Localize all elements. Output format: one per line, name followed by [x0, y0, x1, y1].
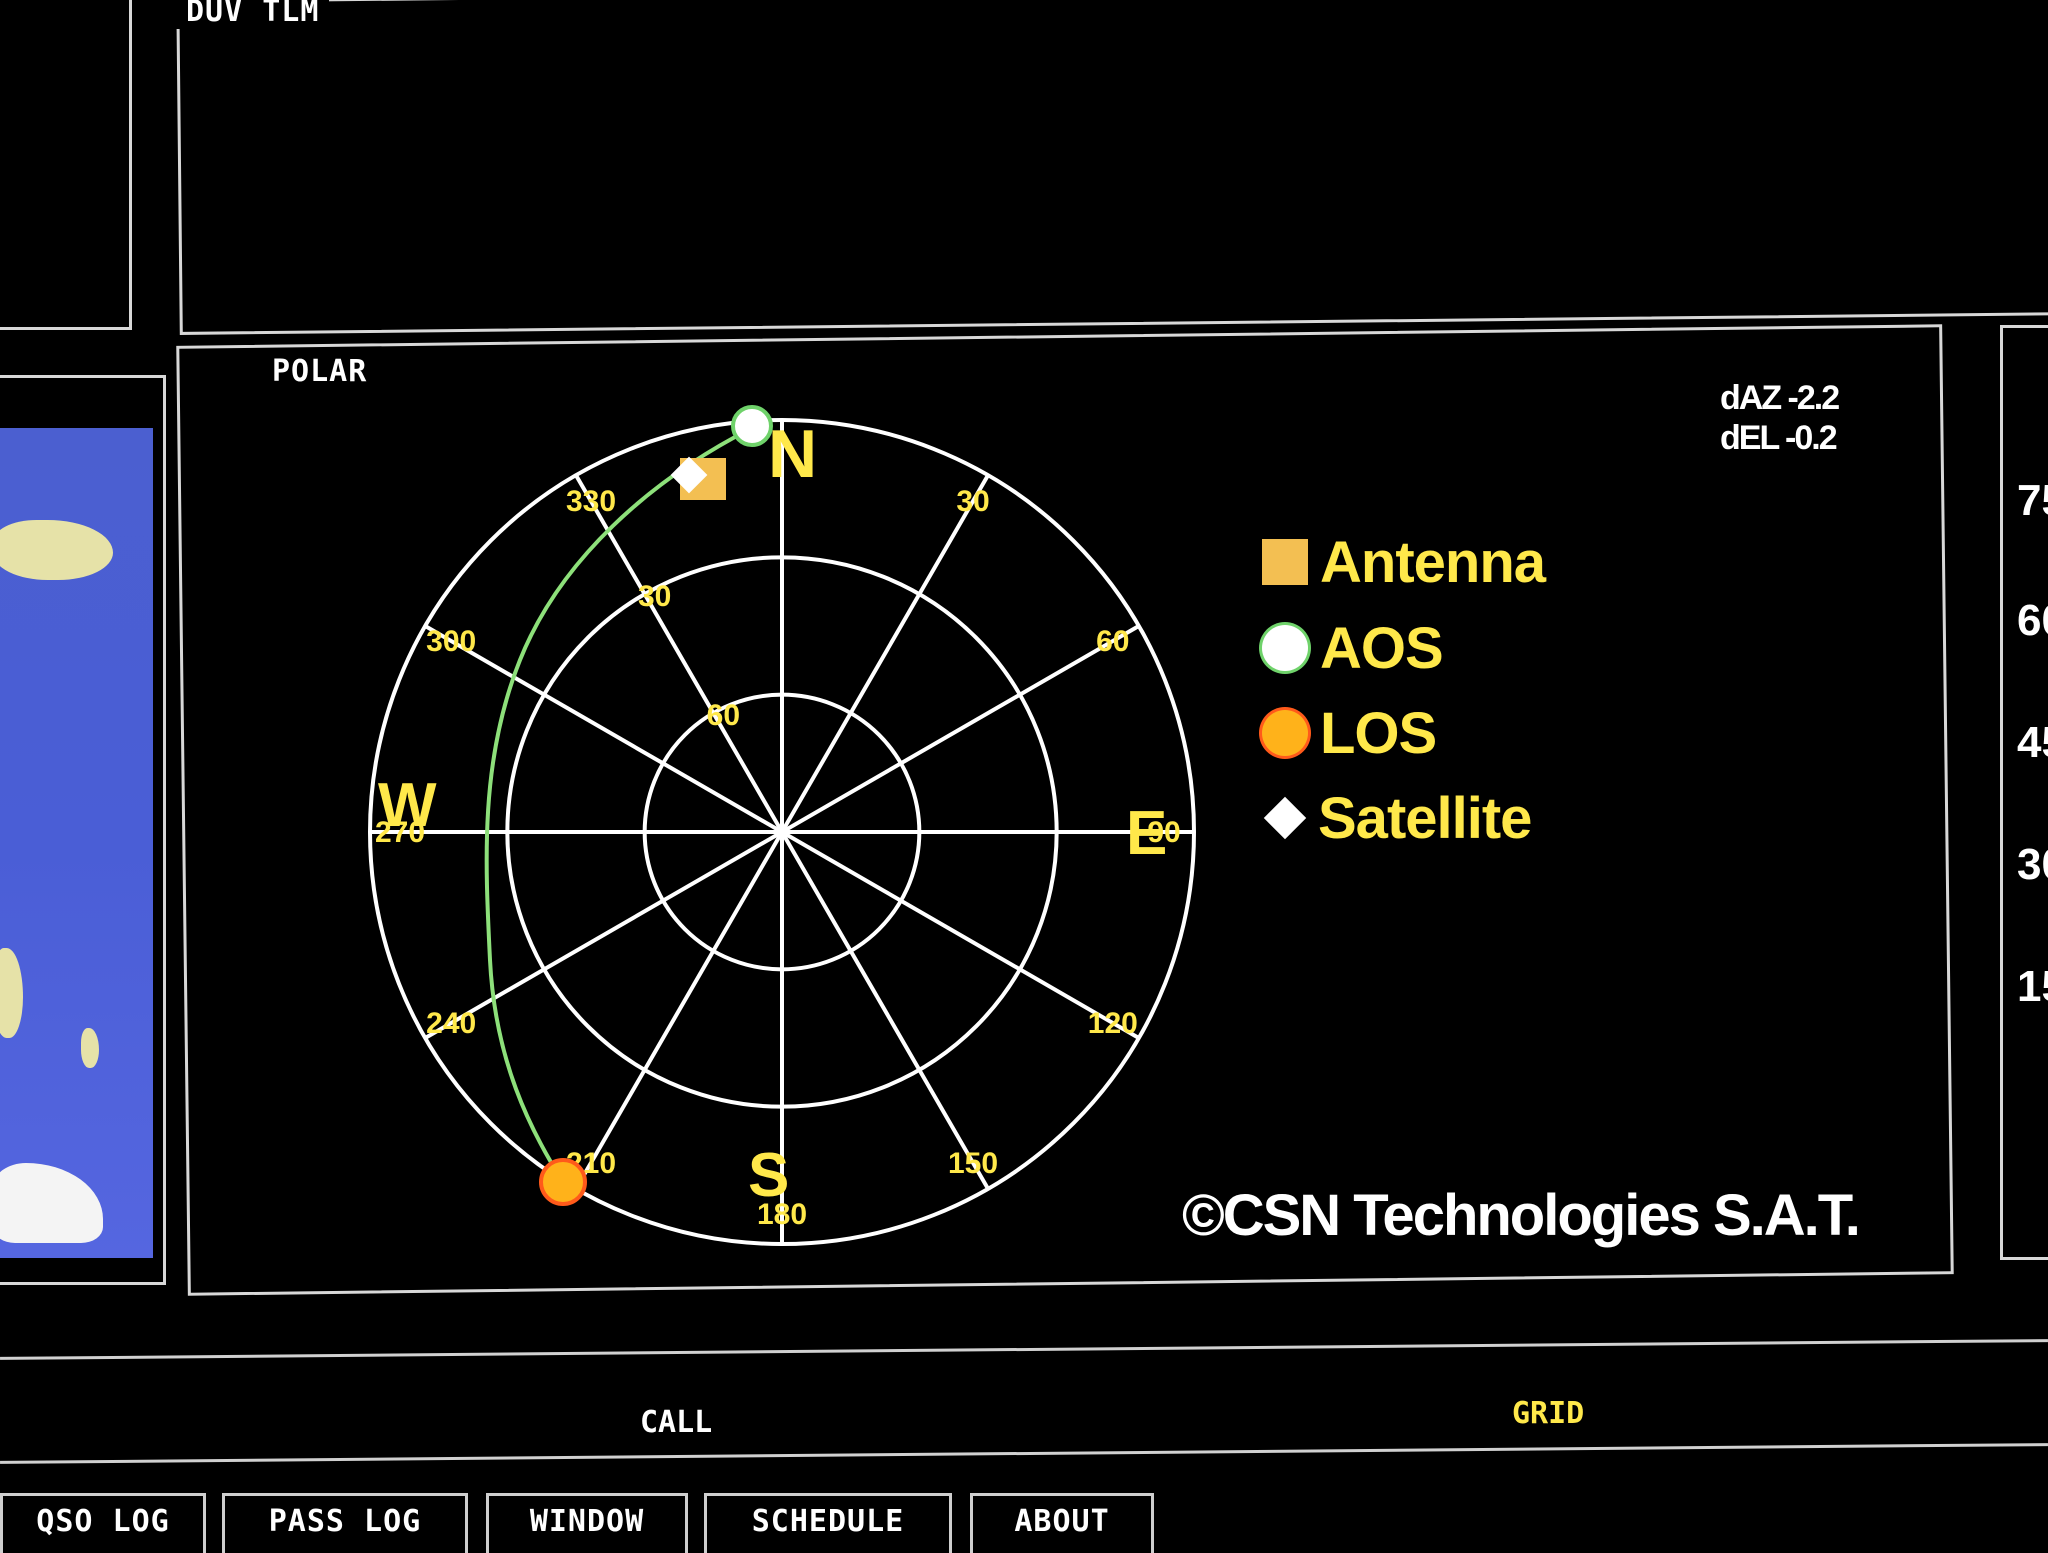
- east-label: E: [1126, 799, 1168, 868]
- aos-marker: [731, 405, 773, 447]
- north-label: N: [768, 416, 818, 492]
- pass-log-button[interactable]: PASS LOG: [222, 1493, 468, 1553]
- grid-label: GRID: [1512, 1396, 1585, 1431]
- azimuth-label: 30: [956, 485, 989, 518]
- legend-antenna-label: Antenna: [1320, 529, 1546, 595]
- scale-label: 15: [2017, 962, 2048, 1011]
- elevation-label: 60: [707, 699, 740, 732]
- azimuth-label: 120: [1088, 1007, 1138, 1040]
- legend-satellite-label: Satellite: [1318, 785, 1532, 851]
- elevation-label: 30: [638, 580, 671, 613]
- scale-label: 60: [2017, 596, 2048, 645]
- legend-los-label: LOS: [1320, 700, 1437, 766]
- los-marker: [539, 1158, 587, 1206]
- qso-log-button[interactable]: QSO LOG: [0, 1493, 206, 1553]
- window-button[interactable]: WINDOW: [486, 1493, 688, 1553]
- about-button[interactable]: ABOUT: [970, 1493, 1154, 1553]
- azimuth-label: 60: [1096, 625, 1129, 658]
- scale-label: 30: [2017, 840, 2048, 889]
- legend-los: LOS: [1262, 701, 1437, 766]
- delta-readout: dAZ -2.2 dEL -0.2: [1720, 378, 1840, 458]
- azimuth-label: 240: [426, 1007, 476, 1040]
- polar-grid: 3060901201501802102402703003303060: [368, 405, 1196, 1246]
- satellite-diamond-icon: [1263, 796, 1307, 840]
- copyright-text: ©CSN Technologies S.A.T.: [1182, 1183, 1861, 1248]
- azimuth-label: 150: [948, 1147, 998, 1180]
- antenna-square-icon: [1262, 539, 1308, 585]
- satellite-track: [484, 426, 753, 1184]
- azimuth-label: 300: [426, 625, 476, 658]
- elevation-scale-panel: 75 60 45 30 15: [2000, 325, 2048, 1260]
- scale-label: 75: [2017, 476, 2048, 525]
- aos-circle-icon: [1262, 625, 1308, 671]
- polar-plot: 3060901201501802102402703003303060: [368, 405, 1196, 1246]
- legend-aos-label: AOS: [1320, 615, 1444, 681]
- south-label: S: [748, 1141, 790, 1210]
- legend-antenna: Antenna: [1262, 530, 1546, 595]
- call-label: CALL: [640, 1405, 713, 1440]
- azimuth-label: 330: [566, 485, 616, 518]
- delta-el: dEL -0.2: [1720, 419, 1838, 457]
- los-circle-icon: [1262, 710, 1308, 756]
- scale-label: 45: [2017, 718, 2048, 767]
- legend-aos: AOS: [1262, 616, 1444, 681]
- schedule-button[interactable]: SCHEDULE: [704, 1493, 952, 1553]
- legend-satellite: Satellite: [1262, 786, 1532, 851]
- west-label: W: [378, 771, 437, 840]
- delta-az: dAZ -2.2: [1720, 379, 1840, 417]
